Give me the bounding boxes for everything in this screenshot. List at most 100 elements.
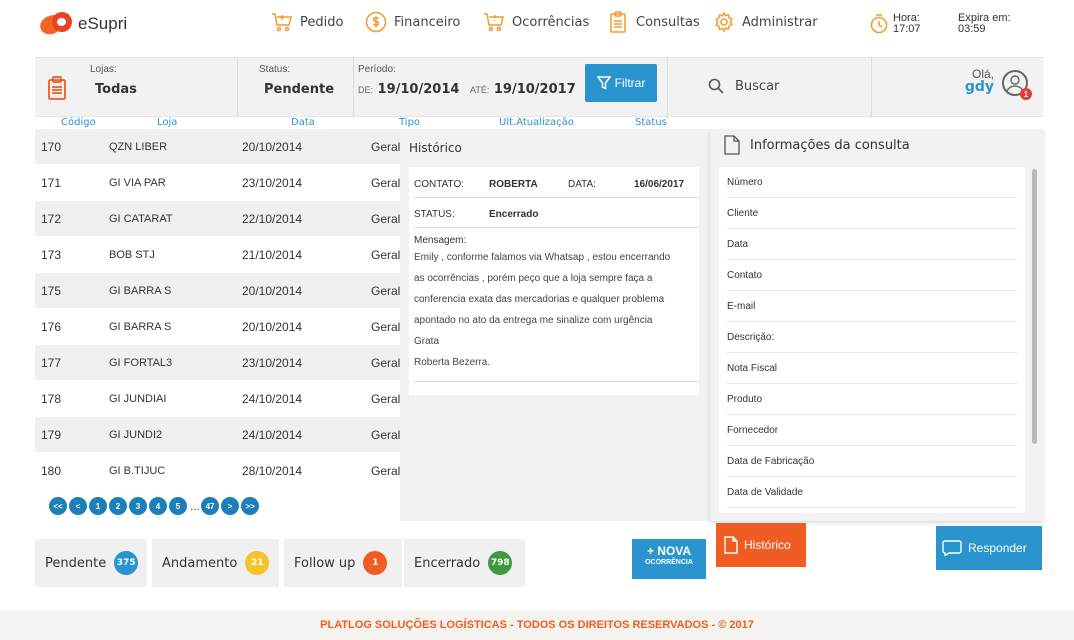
- mensagem-line: conferencia exata das mercadorias e qual…: [414, 294, 665, 305]
- cell-tipo: Geral: [371, 319, 400, 334]
- column-header[interactable]: Loja: [157, 117, 177, 128]
- cell-loja: GI CATARAT: [109, 212, 173, 225]
- clipboard-icon: [606, 10, 630, 34]
- table-row[interactable]: 179 GI JUNDI2 24/10/2014 Geral: [35, 417, 400, 453]
- esupri-logo-icon: [37, 12, 74, 38]
- lojas-label: Lojas:: [90, 64, 117, 75]
- nav-pedido[interactable]: Pedido: [270, 10, 343, 34]
- mensagem-line: Emily , conforme falamos via Whatsap , e…: [414, 252, 671, 263]
- filter-button[interactable]: Filtrar: [585, 64, 657, 102]
- data-label: DATA:: [568, 179, 596, 190]
- count-badge: 21: [245, 551, 270, 575]
- nav-ocorrencias[interactable]: Ocorrências: [482, 10, 589, 34]
- periodo-label: Período:: [358, 64, 396, 75]
- filter-icon: [596, 76, 611, 90]
- date-to-field[interactable]: ATÉ: 19/10/2017: [470, 82, 576, 97]
- notification-badge: 1: [1020, 88, 1032, 100]
- status-filter-andamento[interactable]: Andamento 21: [152, 539, 279, 587]
- column-header[interactable]: Status: [635, 117, 667, 128]
- reply-button[interactable]: Responder: [936, 526, 1042, 570]
- info-field-list: Número Cliente Data Contato E-mail Descr…: [719, 167, 1025, 513]
- page-prev-button[interactable]: <: [69, 497, 87, 515]
- cell-tipo: Geral: [371, 175, 400, 190]
- user-name: gdy: [964, 79, 994, 95]
- cell-tipo: Geral: [371, 391, 400, 406]
- cell-codigo: 178: [41, 391, 62, 406]
- nav-financeiro[interactable]: Financeiro: [364, 10, 460, 34]
- status-label: STATUS:: [414, 209, 455, 220]
- user-greeting: Olá, gdy: [958, 68, 994, 95]
- divider: [353, 58, 354, 118]
- table-row[interactable]: 170 QZN LIBER 20/10/2014 Geral: [35, 129, 400, 165]
- info-field: Data: [727, 229, 1017, 260]
- info-field: Data de Validade: [727, 477, 1017, 508]
- page-button[interactable]: 4: [149, 497, 167, 515]
- page-button[interactable]: 3: [129, 497, 147, 515]
- cell-loja: GI BARRA S: [109, 320, 172, 333]
- scrollbar[interactable]: [1032, 169, 1037, 444]
- cell-codigo: 175: [41, 283, 62, 298]
- table-row[interactable]: 178 GI JUNDIAI 24/10/2014 Geral: [35, 381, 400, 417]
- data-value: 16/06/2017: [634, 179, 685, 190]
- info-field: Produto: [727, 384, 1017, 415]
- mensagem-text: Emily , conforme falamos via Whatsap , e…: [414, 247, 699, 373]
- cell-data: 23/10/2014: [242, 175, 303, 190]
- search-input[interactable]: [735, 76, 885, 96]
- brand-logo[interactable]: eSupri: [37, 12, 127, 38]
- cell-data: 22/10/2014: [242, 211, 303, 226]
- table-row[interactable]: 177 GI FORTAL3 23/10/2014 Geral: [35, 345, 400, 381]
- page-ellipsis: ...: [190, 499, 201, 513]
- page-button[interactable]: 5: [169, 497, 187, 515]
- cell-codigo: 170: [41, 139, 62, 154]
- column-header[interactable]: Tipo: [399, 117, 420, 128]
- count-badge: 375: [114, 551, 139, 575]
- new-occurrence-button[interactable]: + NOVA OCORRÊNCIA: [632, 539, 706, 579]
- table-row[interactable]: 171 GI VIA PAR 23/10/2014 Geral: [35, 165, 400, 201]
- table-row[interactable]: 176 GI BARRA S 20/10/2014 Geral: [35, 309, 400, 345]
- session-expiry: Expira em: 03:59: [958, 13, 1011, 35]
- status-label: Follow up: [294, 555, 356, 571]
- historico-button[interactable]: Histórico: [716, 523, 806, 567]
- cell-tipo: Geral: [371, 355, 400, 370]
- table-row[interactable]: 180 GI B.TIJUC 28/10/2014 Geral: [35, 453, 400, 489]
- status-filter-encerrado[interactable]: Encerrado 798: [404, 539, 525, 587]
- date-to-value: 19/10/2017: [493, 82, 576, 97]
- footer-text: PLATLOG SOLUÇÕES LOGÍSTICAS - TODOS OS D…: [320, 619, 754, 631]
- column-header[interactable]: Ult.Atualização: [499, 117, 574, 128]
- table-row[interactable]: 175 GI BARRA S 20/10/2014 Geral: [35, 273, 400, 309]
- table-header: Código Loja Data Tipo Ult.Atualização St…: [35, 117, 700, 129]
- lojas-select[interactable]: Todas: [95, 82, 137, 97]
- nav-label: Administrar: [742, 14, 818, 30]
- nav-administrar[interactable]: Administrar: [712, 10, 818, 34]
- cell-loja: GI JUNDI2: [109, 428, 163, 441]
- status-select[interactable]: Pendente: [264, 82, 334, 97]
- page-button[interactable]: 47: [201, 497, 220, 515]
- mensagem-line: Roberta Bezerra.: [414, 357, 491, 368]
- contato-value: ROBERTA: [489, 179, 538, 190]
- table-row[interactable]: 173 BOB STJ 21/10/2014 Geral: [35, 237, 400, 273]
- mensagem-line: as ocorrências , porém peço que a loja s…: [414, 273, 653, 284]
- status-label: Encerrado: [414, 555, 481, 571]
- page-button[interactable]: 1: [89, 497, 107, 515]
- divider: [237, 58, 238, 118]
- divider: [414, 197, 699, 198]
- top-navbar: eSupri Pedido Financeiro Ocorrências Con…: [0, 0, 1074, 50]
- page-button[interactable]: 2: [109, 497, 127, 515]
- date-from-field[interactable]: DE: 19/10/2014: [358, 82, 459, 97]
- reply-button-label: Responder: [968, 541, 1027, 555]
- status-filter-pendente[interactable]: Pendente 375: [35, 539, 147, 587]
- cell-codigo: 180: [41, 463, 62, 478]
- nav-consultas[interactable]: Consultas: [606, 10, 700, 34]
- status-filter-follow-up[interactable]: Follow up 1: [284, 539, 402, 587]
- column-header[interactable]: Data: [291, 117, 315, 128]
- cell-tipo: Geral: [371, 247, 400, 262]
- mensagem-line: Grata: [414, 336, 440, 347]
- column-header[interactable]: Código: [61, 117, 96, 128]
- nav-label: Pedido: [300, 14, 344, 30]
- page-next-button[interactable]: >: [221, 497, 240, 515]
- page-first-button[interactable]: <<: [49, 497, 67, 515]
- page-last-button[interactable]: >>: [241, 497, 260, 515]
- table-row[interactable]: 172 GI CATARAT 22/10/2014 Geral: [35, 201, 400, 237]
- cell-tipo: Geral: [371, 427, 400, 442]
- cell-loja: GI B.TIJUC: [109, 464, 166, 477]
